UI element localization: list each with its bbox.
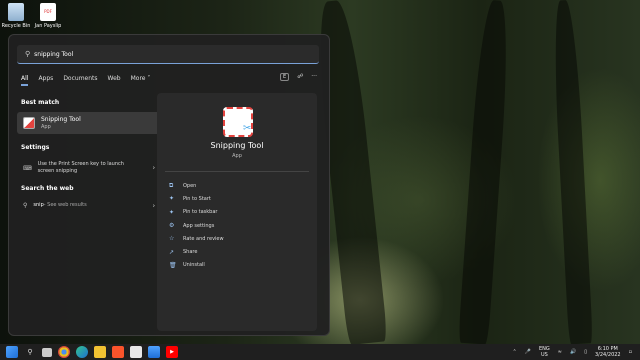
preview-app-name: Snipping Tool bbox=[210, 141, 264, 150]
action-uninstall[interactable]: 🗑 Uninstall bbox=[169, 259, 224, 272]
search-icon[interactable]: ⚲ bbox=[24, 346, 36, 358]
web-heading: Search the web bbox=[21, 185, 74, 192]
preview-app-type: App bbox=[232, 153, 242, 159]
preview-pane: ✂ Snipping Tool App ⧉ Open ✦ Pin to Start … bbox=[157, 93, 317, 331]
tab-documents[interactable]: Documents bbox=[63, 75, 97, 86]
clock-date: 3/24/2022 bbox=[594, 352, 621, 358]
action-open[interactable]: ⧉ Open bbox=[169, 179, 224, 192]
web-result[interactable]: ⚲ snip - See web results › bbox=[17, 198, 161, 213]
tab-apps[interactable]: Apps bbox=[38, 75, 53, 86]
web-suffix: - See web results bbox=[43, 202, 87, 208]
desktop-icon-label: Jan Payslip bbox=[34, 23, 62, 29]
action-label: Open bbox=[183, 182, 197, 189]
pdf-file-icon: PDF bbox=[40, 3, 56, 21]
action-label: Pin to Start bbox=[183, 195, 211, 202]
search-icon: ⚲ bbox=[25, 50, 31, 58]
battery-icon[interactable]: ▯ bbox=[584, 349, 587, 355]
task-view-icon[interactable] bbox=[42, 347, 52, 357]
desktop-icon-label: Recycle Bin bbox=[1, 23, 31, 29]
action-label: Share bbox=[183, 249, 198, 256]
recycle-bin-icon bbox=[8, 3, 24, 21]
action-rate-and-review[interactable]: ☆ Rate and review bbox=[169, 232, 224, 245]
volume-icon[interactable]: 🔊 bbox=[570, 349, 576, 355]
keyboard-icon: ⌨ bbox=[23, 164, 32, 172]
store-icon[interactable] bbox=[148, 346, 160, 358]
clock[interactable]: 6:10 PM 3/24/2022 bbox=[595, 346, 621, 358]
more-options-button[interactable]: ··· bbox=[311, 73, 317, 81]
system-tray: ⌃ 🎤 ENG US ≈ 🔊 ▯ 6:10 PM 3/24/2022 ▫ bbox=[513, 344, 632, 360]
action-share[interactable]: ↗ Share bbox=[169, 245, 224, 258]
region-code: US bbox=[540, 352, 548, 358]
action-pin-to-taskbar[interactable]: ✦ Pin to taskbar bbox=[169, 206, 224, 219]
settings-result-label: Use the Print Screen key to launch scree… bbox=[37, 161, 124, 174]
best-match-item[interactable]: Snipping Tool App bbox=[17, 112, 161, 134]
action-label: App settings bbox=[183, 222, 215, 229]
open-icon: ⧉ bbox=[169, 181, 174, 189]
notification-icon[interactable]: ▫ bbox=[629, 349, 632, 355]
pin-icon: ✦ bbox=[169, 208, 175, 216]
scissors-icon: ✂ bbox=[243, 123, 252, 134]
best-match-heading: Best match bbox=[21, 99, 60, 106]
share-icon: ↗ bbox=[169, 248, 175, 256]
chevron-up-icon[interactable]: ⌃ bbox=[513, 349, 517, 355]
language-indicator[interactable]: ENG US bbox=[539, 346, 550, 358]
action-app-settings[interactable]: ⚙ App settings bbox=[169, 219, 224, 232]
microphone-icon[interactable]: 🎤 bbox=[525, 349, 531, 355]
chrome-icon[interactable] bbox=[58, 346, 70, 358]
snipping-tool-icon bbox=[23, 117, 35, 129]
gear-icon: ⚙ bbox=[169, 222, 175, 230]
star-icon: ☆ bbox=[169, 235, 175, 243]
tab-all[interactable]: All bbox=[21, 75, 29, 86]
pin-icon: ✦ bbox=[169, 195, 175, 203]
wallpaper-tree bbox=[458, 0, 512, 345]
search-icon: ⚲ bbox=[23, 202, 28, 209]
youtube-icon[interactable]: ▶ bbox=[166, 346, 178, 358]
web-query: snip bbox=[33, 202, 44, 208]
action-label: Rate and review bbox=[183, 235, 224, 242]
windows-start-icon[interactable] bbox=[6, 346, 18, 358]
trash-icon: 🗑 bbox=[169, 261, 177, 269]
search-query: snipping Tool bbox=[34, 50, 74, 58]
chevron-right-icon: › bbox=[152, 164, 155, 172]
desktop-icon-jan-payslip[interactable]: PDF Jan Payslip bbox=[28, 3, 68, 29]
action-pin-to-start[interactable]: ✦ Pin to Start bbox=[169, 192, 224, 205]
divider bbox=[165, 171, 309, 172]
best-match-name: Snipping Tool bbox=[41, 116, 81, 123]
brave-icon[interactable] bbox=[112, 346, 124, 358]
action-label: Pin to taskbar bbox=[183, 209, 218, 216]
notepad-icon[interactable] bbox=[130, 346, 142, 358]
action-list: ⧉ Open ✦ Pin to Start ✦ Pin to taskbar ⚙ App… bbox=[169, 179, 224, 272]
search-panel: ⚲ snipping Tool All Apps Documents Web M… bbox=[8, 34, 330, 336]
best-match-type: App bbox=[41, 124, 51, 130]
action-label: Uninstall bbox=[183, 262, 205, 269]
filter-tabs: All Apps Documents Web More ˅ bbox=[21, 75, 150, 86]
tab-web[interactable]: Web bbox=[108, 75, 121, 86]
tab-more[interactable]: More ˅ bbox=[131, 75, 151, 86]
search-input[interactable]: ⚲ snipping Tool bbox=[17, 45, 319, 64]
file-explorer-icon[interactable] bbox=[94, 346, 106, 358]
settings-result[interactable]: ⌨ Use the Print Screen key to launch scr… bbox=[17, 157, 161, 179]
results-list: Best match Snipping Tool App Settings ⌨ … bbox=[17, 95, 161, 219]
chevron-right-icon: › bbox=[152, 202, 155, 209]
account-badge[interactable]: E bbox=[280, 73, 290, 81]
wallpaper-tree bbox=[551, 0, 593, 345]
settings-heading: Settings bbox=[21, 144, 50, 151]
tab-tools: E ☍ ··· bbox=[280, 73, 317, 81]
wifi-icon[interactable]: ≈ bbox=[558, 349, 562, 355]
edge-icon[interactable] bbox=[76, 346, 88, 358]
taskbar: ⚲ ▶ ⌃ 🎤 ENG US ≈ 🔊 ▯ 6:10 PM 3/24/2022 ▫ bbox=[0, 344, 640, 360]
share-icon[interactable]: ☍ bbox=[297, 73, 303, 81]
